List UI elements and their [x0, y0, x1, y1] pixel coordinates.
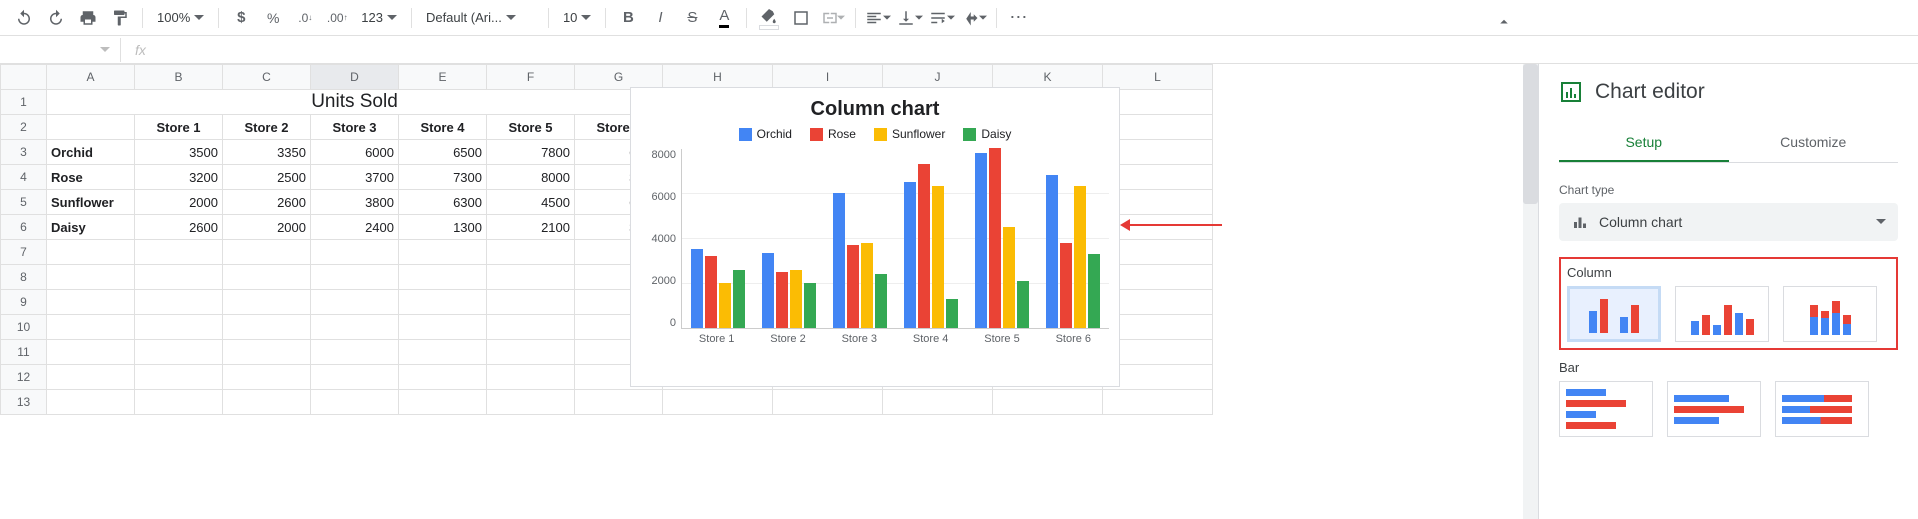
tab-setup[interactable]: Setup — [1559, 124, 1729, 162]
formula-bar: fx — [0, 36, 1918, 64]
thumb-bar-chart[interactable] — [1559, 381, 1653, 437]
editor-tabs: Setup Customize — [1559, 124, 1898, 163]
chart-xaxis: Store 1Store 2Store 3Store 4Store 5Store… — [681, 333, 1109, 345]
chart-editor-sidebar: Chart editor Setup Customize Chart type … — [1538, 64, 1918, 519]
annotation-arrow — [1122, 224, 1222, 226]
percent-button[interactable]: % — [259, 4, 287, 32]
undo-button[interactable] — [10, 4, 38, 32]
chart-bars — [681, 149, 1109, 329]
font-select[interactable]: Default (Ari... — [420, 4, 540, 32]
chart-editor-icon — [1559, 80, 1583, 104]
thumb-bar-grouped[interactable] — [1667, 381, 1761, 437]
chart-yaxis: 80006000400020000 — [641, 149, 681, 329]
toolbar: 100% $ % .0↓ .00↑ 123 Default (Ari... 10… — [0, 0, 1918, 36]
thumb-column-grouped[interactable] — [1675, 286, 1769, 342]
borders-button[interactable] — [787, 4, 815, 32]
font-size-select[interactable]: 10 — [557, 4, 597, 32]
chart-type-select[interactable]: Column chart — [1559, 203, 1898, 241]
currency-button[interactable]: $ — [227, 4, 255, 32]
merge-button[interactable] — [819, 4, 847, 32]
chart-legend: OrchidRoseSunflowerDaisy — [641, 127, 1109, 141]
print-button[interactable] — [74, 4, 102, 32]
valign-button[interactable] — [896, 4, 924, 32]
decrease-decimal-button[interactable]: .0↓ — [291, 4, 319, 32]
redo-button[interactable] — [42, 4, 70, 32]
column-chart-icon — [1571, 213, 1589, 231]
embedded-chart[interactable]: Column chart OrchidRoseSunflowerDaisy 80… — [630, 87, 1120, 387]
formula-input[interactable] — [160, 36, 1918, 63]
wrap-button[interactable] — [928, 4, 956, 32]
chart-type-label: Chart type — [1559, 183, 1898, 197]
thumb-column-chart[interactable] — [1567, 286, 1661, 342]
zoom-select[interactable]: 100% — [151, 4, 210, 32]
increase-decimal-button[interactable]: .00↑ — [323, 4, 351, 32]
paint-format-button[interactable] — [106, 4, 134, 32]
collapse-toolbar-button[interactable] — [1490, 8, 1518, 36]
rotate-button[interactable] — [960, 4, 988, 32]
halign-button[interactable] — [864, 4, 892, 32]
more-button[interactable]: ⋯ — [1005, 4, 1033, 32]
fx-icon: fx — [120, 38, 160, 62]
sheet-area: ABCDEFGHIJKL1Units Sold2Store 1Store 2St… — [0, 64, 1538, 519]
name-box[interactable] — [0, 36, 120, 63]
thumb-bar-stacked[interactable] — [1775, 381, 1869, 437]
vertical-scrollbar[interactable] — [1523, 64, 1538, 519]
more-formats-button[interactable]: 123 — [355, 4, 403, 32]
fill-color-button[interactable] — [755, 4, 783, 32]
bold-button[interactable]: B — [614, 4, 642, 32]
thumb-column-stacked[interactable] — [1783, 286, 1877, 342]
section-column-label: Column — [1567, 265, 1890, 280]
section-bar-label: Bar — [1559, 360, 1898, 375]
italic-button[interactable]: I — [646, 4, 674, 32]
sidebar-title: Chart editor — [1595, 80, 1705, 104]
chevron-down-icon — [1876, 217, 1886, 227]
text-color-button[interactable]: A — [710, 4, 738, 32]
chart-title: Column chart — [641, 98, 1109, 121]
strikethrough-button[interactable]: S — [678, 4, 706, 32]
column-thumbnails-highlight: Column — [1559, 257, 1898, 350]
tab-customize[interactable]: Customize — [1729, 124, 1899, 162]
